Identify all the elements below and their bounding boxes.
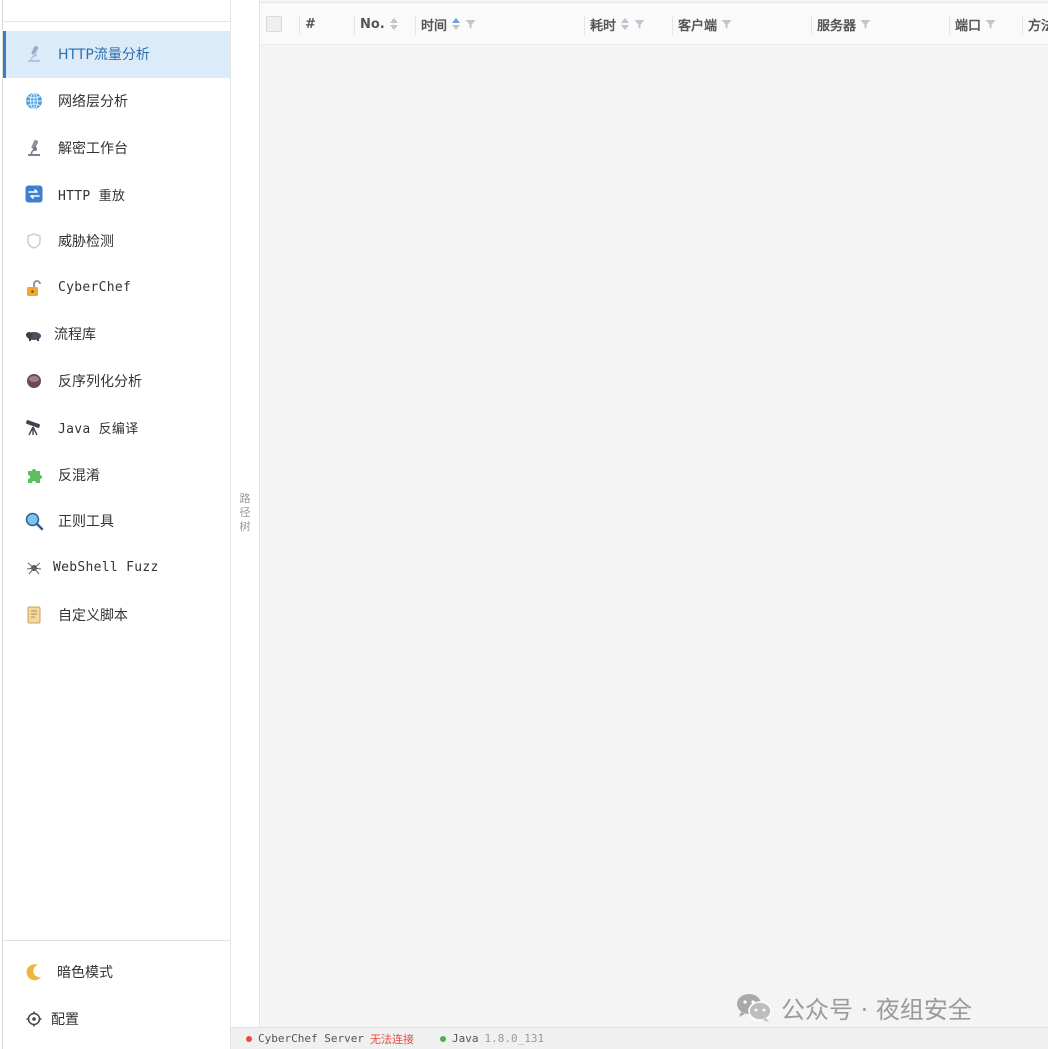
globe-icon [23,90,45,112]
sidebar-item-label: HTTP 重放 [58,188,126,204]
sidebar: HTTP流量分析 网络层分析 解密工作台 HTTP 重放 威胁检测 CyberC… [0,0,231,1049]
status-dot-error [246,1035,252,1042]
unlock-icon [23,277,45,299]
column-header-time[interactable]: 时间 [421,3,476,45]
puzzle-icon [23,464,45,486]
column-separator [584,15,585,35]
sidebar-item-label: Java 反编译 [58,422,139,438]
sidebar-item-threat-detection[interactable]: 威胁检测 [3,218,230,265]
column-separator [811,15,812,35]
filter-icon[interactable] [634,19,645,30]
column-header-label: 方法 [1028,18,1048,34]
status-bar: CyberChef Server 无法连接 Java 1.8.0_131 [231,1027,1048,1049]
column-separator [354,15,355,35]
microscope-icon [23,137,45,159]
sidebar-item-label: 流程库 [54,327,96,344]
watermark: 公众号 · 夜组安全 [735,990,972,1024]
column-header-label: 时间 [421,18,448,34]
cyberchef-connection-status: 无法连接 [369,1032,414,1046]
java-status: Java 1.8.0_131 [439,1032,545,1045]
bowl-icon [23,370,45,392]
watermark-text: 公众号 · 夜组安全 [781,995,972,1024]
gear-icon [23,1008,45,1030]
sidebar-item-webshell-fuzz[interactable]: WebShell Fuzz [3,545,230,592]
filter-icon[interactable] [860,19,871,30]
sidebar-item-regex-tool[interactable]: 正则工具 [3,498,230,545]
sidebar-item-label: 自定义脚本 [58,607,128,624]
column-header-port[interactable]: 端口 [955,3,996,45]
filter-icon[interactable] [721,19,732,30]
column-separator [1022,15,1023,35]
sidebar-item-label: HTTP流量分析 [58,47,150,64]
sidebar-divider-top [3,21,230,22]
sidebar-item-cyberchef[interactable]: CyberChef [3,264,230,311]
sidebar-item-flow-library[interactable]: 流程库 [3,311,230,358]
java-label: Java [451,1032,479,1045]
column-separator [299,15,300,35]
sidebar-menu: HTTP流量分析 网络层分析 解密工作台 HTTP 重放 威胁检测 CyberC… [3,31,230,638]
sidebar-item-decrypt-workbench[interactable]: 解密工作台 [3,124,230,171]
filter-icon[interactable] [465,19,476,30]
status-dot-ok [439,1035,446,1042]
cyberchef-status: CyberChef Server 无法连接 [246,1031,414,1047]
sidebar-item-label: 正则工具 [58,514,114,531]
column-header-method[interactable]: 方法 [1028,3,1048,45]
column-header-client[interactable]: 客户端 [678,3,732,45]
wechat-icon [737,994,772,1022]
path-tree-label: 路径树 [239,492,251,533]
sidebar-item-custom-script[interactable]: 自定义脚本 [3,591,230,638]
table-header: # No. 时间 耗时 客户端 服务器 端口 方法 [260,3,1048,45]
dark-mode-label: 暗色模式 [57,965,113,981]
select-all-checkbox[interactable] [266,3,282,45]
sort-icon[interactable] [389,17,399,31]
column-header-server[interactable]: 服务器 [817,3,871,45]
shield-icon [23,230,45,252]
sidebar-divider-bottom [3,940,230,941]
sidebar-item-label: WebShell Fuzz [53,560,159,576]
telescope-icon [23,417,45,439]
sidebar-item-label: 反混淆 [58,467,100,484]
repeat-icon [23,183,45,205]
sidebar-item-label: CyberChef [58,280,132,296]
dark-mode-toggle[interactable]: 暗色模式 [23,957,113,987]
java-version: 1.8.0_131 [484,1032,545,1045]
column-header-duration[interactable]: 耗时 [590,3,645,45]
spider-icon [23,557,45,579]
microscope-icon [23,43,45,65]
sidebar-item-deserialization-analysis[interactable]: 反序列化分析 [3,358,230,405]
column-header-label: 端口 [955,18,982,34]
sort-icon[interactable] [451,17,461,31]
path-tree-panel[interactable]: 路径树 [231,0,260,1027]
column-header-no[interactable]: No. [360,3,399,45]
column-header-label: # [305,16,316,32]
sort-icon[interactable] [620,17,630,31]
column-separator [415,15,416,35]
sidebar-item-java-decompile[interactable]: Java 反编译 [3,405,230,452]
bison-icon [23,323,45,345]
moon-icon [23,961,45,983]
checkbox[interactable] [266,16,282,32]
filter-icon[interactable] [985,19,996,30]
sidebar-item-deobfuscation[interactable]: 反混淆 [3,451,230,498]
traffic-table: # No. 时间 耗时 客户端 服务器 端口 方法 [260,0,1048,1027]
magnifier-icon [23,510,45,532]
column-separator [949,15,950,35]
scroll-icon [23,604,45,626]
column-header-label: 耗时 [590,18,617,34]
sidebar-item-label: 网络层分析 [58,94,128,111]
column-header-label: No. [360,16,385,32]
sidebar-item-network-analysis[interactable]: 网络层分析 [3,78,230,125]
column-separator [672,15,673,35]
sidebar-item-label: 解密工作台 [58,140,128,157]
sidebar-item-http-replay[interactable]: HTTP 重放 [3,171,230,218]
sidebar-item-label: 反序列化分析 [58,374,142,391]
settings-button[interactable]: 配置 [23,1004,79,1034]
settings-label: 配置 [51,1012,79,1028]
column-header-label: 服务器 [817,18,857,34]
sidebar-item-http-analysis[interactable]: HTTP流量分析 [3,31,230,78]
column-header-label: 客户端 [678,18,718,34]
cyberchef-server-label: CyberChef Server [258,1032,364,1045]
column-header-index[interactable]: # [305,3,316,45]
sidebar-item-label: 威胁检测 [58,234,114,251]
